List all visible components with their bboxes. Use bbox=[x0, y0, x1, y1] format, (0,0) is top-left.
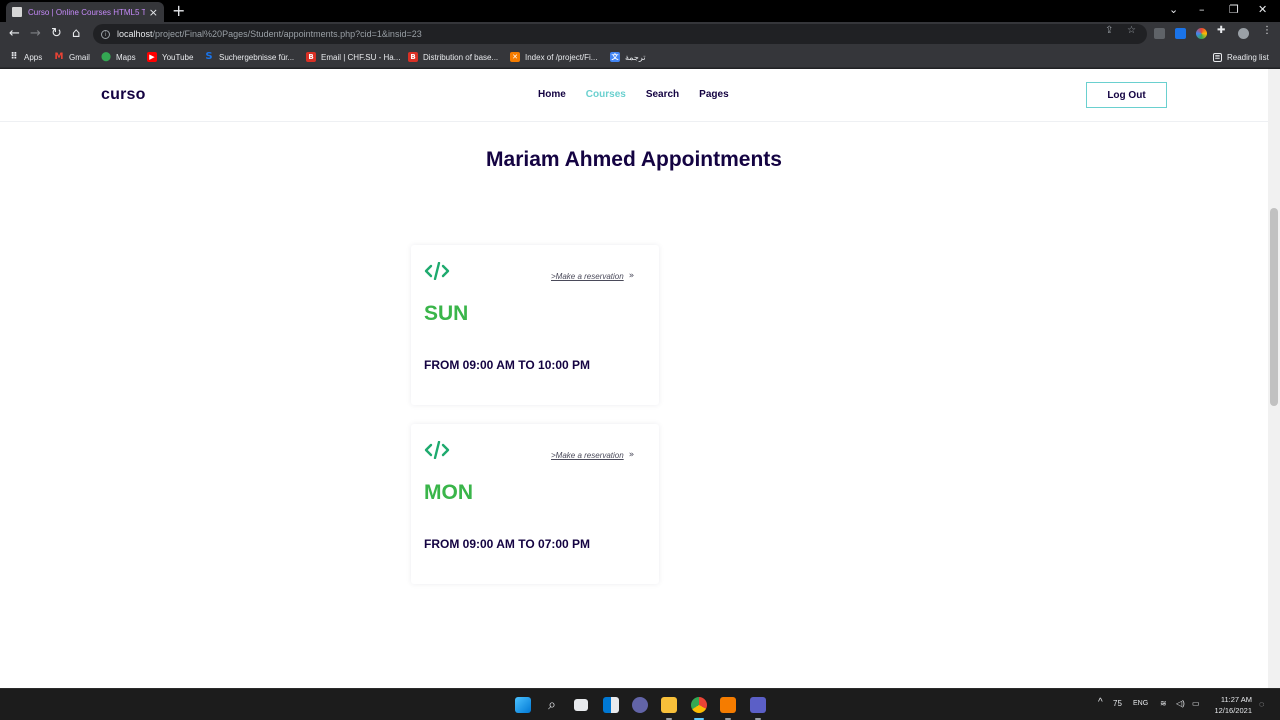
page-scrollbar[interactable] bbox=[1268, 69, 1280, 688]
file-explorer-icon[interactable] bbox=[661, 697, 677, 713]
maps-icon: ⬤ bbox=[101, 52, 112, 62]
b-icon: B bbox=[408, 52, 418, 62]
make-reservation-label: >Make a reservation bbox=[551, 450, 624, 460]
shield-extension-icon[interactable] bbox=[1154, 28, 1165, 39]
nav-search[interactable]: Search bbox=[646, 89, 679, 100]
volume-icon[interactable]: ◁) bbox=[1176, 699, 1185, 708]
appointment-hours: FROM 09:00 AM TO 10:00 PM bbox=[424, 358, 591, 372]
appointment-card: >Make a reservation » SUN FROM 09:00 AM … bbox=[411, 245, 659, 405]
site-logo[interactable]: curso bbox=[101, 86, 146, 104]
nav-courses[interactable]: Courses bbox=[586, 89, 626, 100]
clock-time: 11:27 AM bbox=[1220, 695, 1252, 704]
chevron-right-icon: » bbox=[628, 271, 635, 281]
windows-start-icon[interactable] bbox=[515, 697, 531, 713]
system-clock[interactable]: 11:27 AM 12/16/2021 bbox=[1208, 694, 1252, 716]
site-info-icon[interactable]: i bbox=[101, 29, 110, 39]
bookmark-translate[interactable]: 文 ترجمة bbox=[610, 51, 646, 63]
bookmark-email-chf[interactable]: B Email | CHF.SU - Ha... bbox=[306, 51, 400, 63]
teams-icon[interactable] bbox=[750, 697, 766, 713]
tab-search-icon[interactable]: ⌄ bbox=[1169, 2, 1178, 18]
nav-home[interactable]: Home bbox=[538, 89, 566, 100]
gmail-icon: M bbox=[54, 52, 64, 62]
youtube-icon: ▶ bbox=[147, 52, 157, 62]
restore-button[interactable]: ❐ bbox=[1229, 2, 1239, 18]
bookmarks-bar: ⠿ Apps M Gmail ⬤ Maps ▶ YouTube S Sucher… bbox=[0, 46, 1280, 68]
b-icon: B bbox=[306, 52, 316, 62]
weather-temperature[interactable]: 75 bbox=[1113, 699, 1122, 708]
notifications-icon[interactable]: ◌ bbox=[1259, 699, 1264, 709]
reading-list-button[interactable]: ≡ Reading list bbox=[1213, 51, 1269, 63]
home-icon[interactable]: ⌂ bbox=[72, 26, 80, 42]
chrome-menu-icon[interactable]: ⋮ bbox=[1262, 25, 1272, 36]
xampp-icon[interactable] bbox=[720, 697, 736, 713]
back-icon[interactable]: ← bbox=[9, 26, 20, 42]
minimize-button[interactable]: – bbox=[1199, 2, 1205, 18]
language-indicator[interactable]: ENG bbox=[1133, 700, 1148, 707]
chevron-right-icon: » bbox=[628, 450, 635, 460]
windows-taskbar: ⌕ ^ 75 ENG ≋ ◁) ▭ 11:27 AM 12/16/2021 ◌ bbox=[0, 688, 1280, 720]
bookmark-apps[interactable]: ⠿ Apps bbox=[9, 51, 42, 63]
color-extension-icon[interactable] bbox=[1196, 28, 1207, 39]
browser-tabstrip: Curso | Online Courses HTML5 Te × + ⌄ – … bbox=[0, 0, 1280, 22]
bookmark-distribution[interactable]: B Distribution of base... bbox=[408, 51, 498, 63]
new-tab-button[interactable]: + bbox=[172, 2, 185, 20]
battery-icon[interactable]: ▭ bbox=[1192, 699, 1200, 708]
nav-pages[interactable]: Pages bbox=[699, 89, 728, 100]
bookmark-youtube[interactable]: ▶ YouTube bbox=[147, 51, 193, 63]
bookmark-gmail[interactable]: M Gmail bbox=[54, 51, 90, 63]
wifi-icon[interactable]: ≋ bbox=[1160, 699, 1167, 708]
extensions-puzzle-icon[interactable]: ✚ bbox=[1217, 25, 1225, 36]
task-view-icon[interactable] bbox=[574, 699, 588, 711]
address-bar[interactable]: i localhost /project/Final%20Pages/Stude… bbox=[93, 24, 1147, 44]
bookmark-maps[interactable]: ⬤ Maps bbox=[101, 51, 136, 63]
code-icon bbox=[424, 441, 450, 459]
forward-icon[interactable]: → bbox=[30, 26, 41, 42]
appointment-day: SUN bbox=[424, 302, 469, 325]
f-extension-icon[interactable] bbox=[1175, 28, 1186, 39]
logout-button[interactable]: Log Out bbox=[1086, 82, 1167, 108]
site-header: curso Home Courses Search Pages Log Out bbox=[0, 69, 1268, 122]
close-window-button[interactable]: ✕ bbox=[1258, 2, 1267, 18]
search-s-icon: S bbox=[205, 51, 213, 62]
make-reservation-link[interactable]: >Make a reservation » bbox=[551, 450, 634, 460]
browser-toolbar: ← → ↻ ⌂ i localhost /project/Final%20Pag… bbox=[0, 22, 1280, 46]
share-icon[interactable]: ⇪ bbox=[1105, 25, 1113, 36]
bookmark-suchergebnisse[interactable]: S Suchergebnisse für... bbox=[204, 51, 294, 63]
url-host: localhost bbox=[117, 29, 153, 39]
profile-avatar[interactable] bbox=[1238, 28, 1249, 39]
search-icon[interactable]: ⌕ bbox=[544, 697, 560, 713]
chat-icon[interactable] bbox=[632, 697, 648, 713]
make-reservation-label: >Make a reservation bbox=[551, 271, 624, 281]
web-page: curso Home Courses Search Pages Log Out … bbox=[0, 69, 1280, 688]
appointment-hours: FROM 09:00 AM TO 07:00 PM bbox=[424, 537, 591, 551]
main-nav: Home Courses Search Pages bbox=[538, 89, 729, 100]
widgets-icon[interactable] bbox=[603, 697, 619, 713]
scrollbar-thumb[interactable] bbox=[1270, 208, 1278, 406]
clock-date: 12/16/2021 bbox=[1214, 706, 1252, 715]
xampp-icon: ✕ bbox=[510, 52, 520, 62]
page-favicon-icon bbox=[12, 7, 22, 17]
translate-icon: 文 bbox=[610, 52, 620, 62]
tab-title: Curso | Online Courses HTML5 Te bbox=[28, 7, 145, 17]
appointment-day: MON bbox=[424, 481, 473, 504]
browser-tab[interactable]: Curso | Online Courses HTML5 Te × bbox=[6, 2, 164, 22]
reload-icon[interactable]: ↻ bbox=[51, 26, 62, 42]
url-path: /project/Final%20Pages/Student/appointme… bbox=[152, 29, 422, 39]
code-icon bbox=[424, 262, 450, 280]
bookmark-star-icon[interactable]: ☆ bbox=[1127, 25, 1136, 36]
apps-grid-icon: ⠿ bbox=[10, 52, 18, 62]
appointment-card: >Make a reservation » MON FROM 09:00 AM … bbox=[411, 424, 659, 584]
close-tab-icon[interactable]: × bbox=[149, 6, 158, 19]
bookmark-index-project[interactable]: ✕ Index of /project/Fi... bbox=[510, 51, 597, 63]
page-title: Mariam Ahmed Appointments bbox=[486, 148, 782, 171]
show-hidden-icons-chevron-icon[interactable]: ^ bbox=[1098, 697, 1103, 708]
make-reservation-link[interactable]: >Make a reservation » bbox=[551, 271, 634, 281]
chrome-icon[interactable] bbox=[691, 697, 707, 713]
reading-list-icon: ≡ bbox=[1213, 52, 1222, 62]
